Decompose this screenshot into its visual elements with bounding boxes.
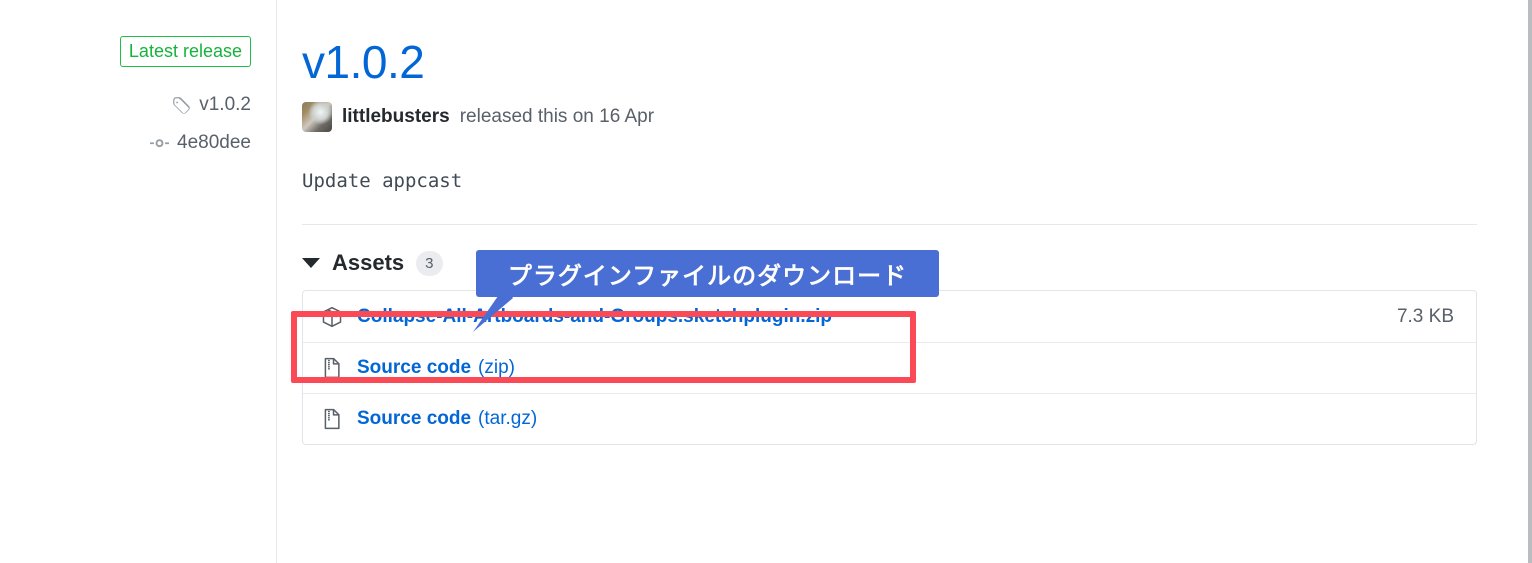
commit-icon: [149, 133, 169, 153]
asset-link[interactable]: Collapse-All-Artboards-and-Groups.sketch…: [357, 306, 832, 328]
asset-link[interactable]: Source code: [357, 408, 471, 430]
tag-icon: [171, 95, 191, 115]
release-title[interactable]: v1.0.2: [302, 0, 1477, 86]
avatar[interactable]: [302, 102, 332, 133]
file-zip-icon: [321, 408, 343, 430]
asset-link[interactable]: Source code: [357, 357, 471, 379]
annotation-callout: プラグインファイルのダウンロード: [476, 250, 939, 297]
asset-size: 7.3 KB: [1396, 305, 1454, 327]
file-zip-icon: [321, 357, 343, 379]
released-on-text: released this on 16 Apr: [459, 106, 655, 128]
package-icon: [321, 306, 343, 328]
release-page: Latest release v1.0.2 4e80dee v1.0.2 lit…: [0, 0, 1532, 563]
assets-table: Collapse-All-Artboards-and-Groups.sketch…: [302, 290, 1477, 446]
table-row[interactable]: Source code (tar.gz): [303, 393, 1476, 444]
table-row[interactable]: Source code (zip): [303, 342, 1476, 393]
page-scrollbar-edge: [1528, 0, 1532, 563]
release-author-line: littlebusters released this on 16 Apr: [302, 102, 1477, 133]
assets-label: Assets: [332, 250, 405, 276]
release-commit[interactable]: 4e80dee: [149, 132, 251, 154]
table-row[interactable]: Collapse-All-Artboards-and-Groups.sketch…: [303, 291, 1476, 342]
release-commit-label: 4e80dee: [177, 132, 251, 153]
assets-count-badge: 3: [416, 250, 443, 276]
release-body-text: Update appcast: [302, 170, 463, 193]
annotation-callout-text: プラグインファイルのダウンロード: [507, 263, 908, 290]
section-divider: [302, 224, 1477, 226]
asset-ext[interactable]: (tar.gz): [478, 408, 537, 430]
release-main: v1.0.2 littlebusters released this on 16…: [302, 0, 1477, 446]
author-name[interactable]: littlebusters: [342, 106, 450, 128]
release-tag-label: v1.0.2: [199, 94, 251, 115]
latest-release-badge: Latest release: [119, 36, 251, 67]
chevron-down-icon[interactable]: [302, 258, 320, 269]
asset-ext[interactable]: (zip): [478, 357, 515, 379]
release-sidebar: Latest release v1.0.2 4e80dee: [0, 0, 277, 563]
release-tag[interactable]: v1.0.2: [171, 94, 251, 116]
